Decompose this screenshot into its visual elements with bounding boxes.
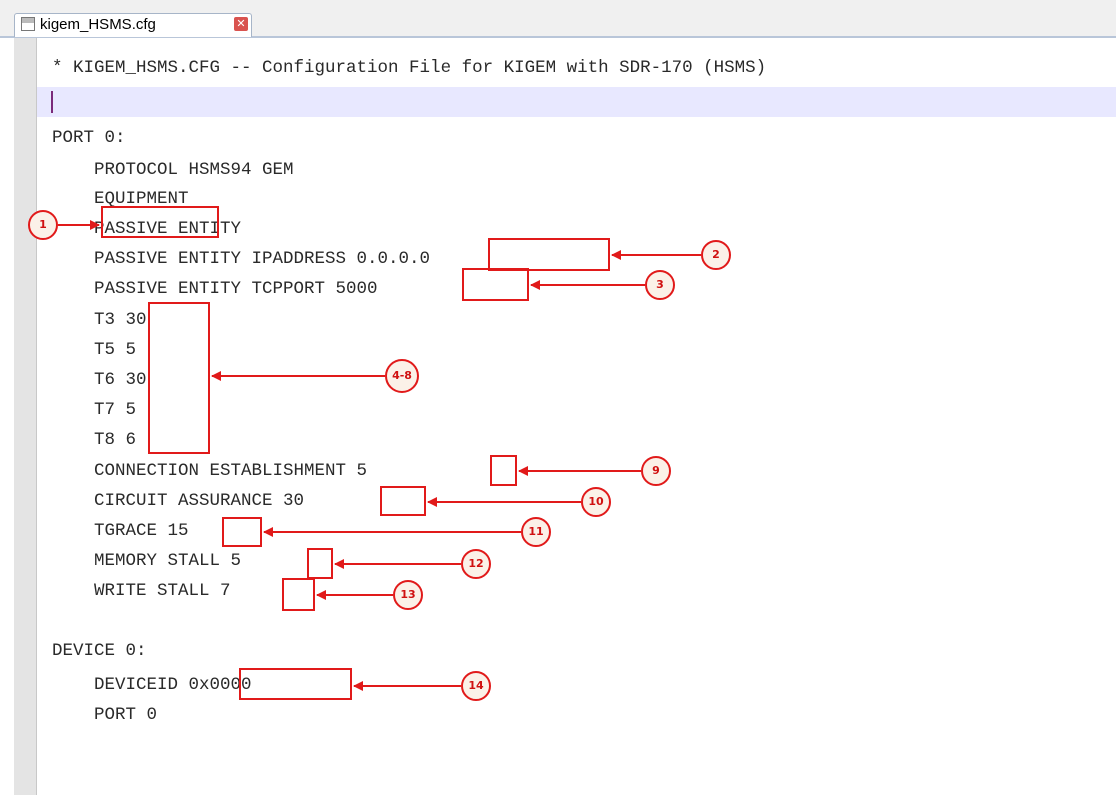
callout-badge: 11 <box>521 517 551 547</box>
callout-badge: 12 <box>461 549 491 579</box>
callout-badge: 4-8 <box>385 359 419 393</box>
callout-arrows <box>58 220 701 691</box>
callout-badge: 13 <box>393 580 423 610</box>
callout-badge: 2 <box>701 240 731 270</box>
callout-badge: 10 <box>581 487 611 517</box>
callout-badge: 1 <box>28 210 58 240</box>
callout-badge: 9 <box>641 456 671 486</box>
callout-badge: 3 <box>645 270 675 300</box>
callout-badge: 14 <box>461 671 491 701</box>
